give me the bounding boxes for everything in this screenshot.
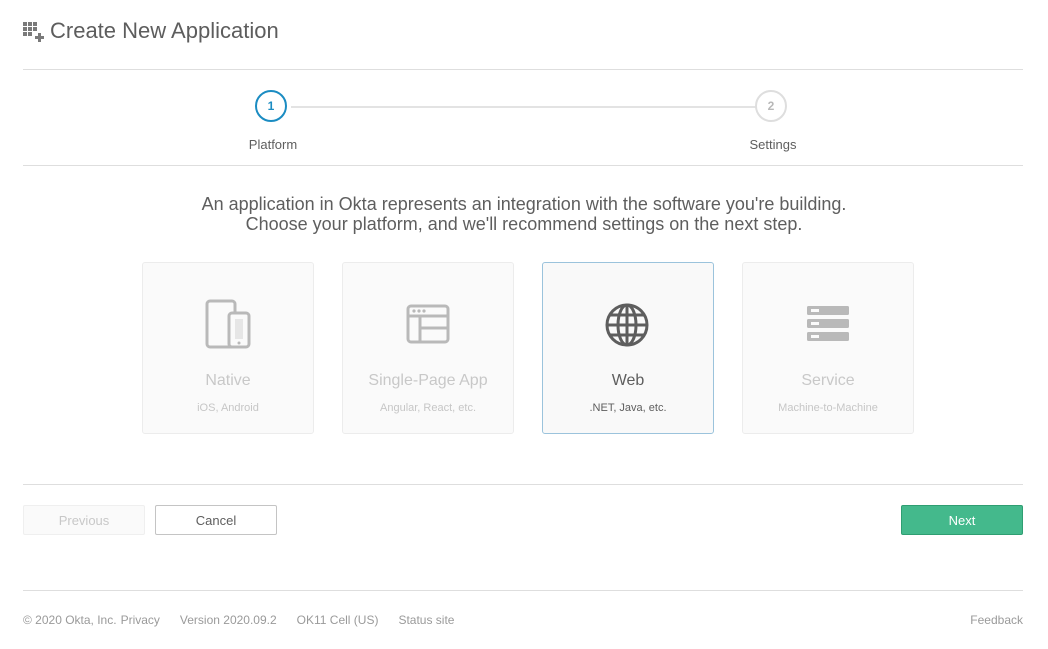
page-footer: © 2020 Okta, Inc. Privacy Version 2020.09.… (23, 613, 1023, 629)
platform-card-native[interactable]: Native iOS, Android (142, 262, 314, 434)
step-2-label: Settings (749, 137, 797, 152)
step-1-label: Platform (248, 137, 298, 152)
privacy-link[interactable]: Privacy (121, 613, 160, 627)
stepper-connector (291, 106, 773, 108)
stepper-divider (23, 165, 1023, 166)
platform-title: Web (611, 372, 645, 389)
platform-title: Native (205, 372, 251, 389)
status-site-link[interactable]: Status site (398, 613, 454, 627)
platform-card-spa[interactable]: Single-Page App Angular, React, etc. (342, 262, 514, 434)
platform-subtitle: iOS, Android (197, 402, 259, 414)
next-button[interactable]: Next (901, 505, 1023, 535)
copyright-text: © 2020 Okta, Inc. (23, 613, 117, 627)
page-header: Create New Application (23, 14, 279, 48)
cancel-button[interactable]: Cancel (155, 505, 277, 535)
globe-icon (605, 299, 653, 349)
devices-icon (205, 299, 253, 349)
page-title: Create New Application (50, 18, 279, 43)
server-stack-icon (805, 299, 853, 349)
actions-divider (23, 484, 1023, 485)
platform-subtitle: Machine-to-Machine (778, 402, 878, 414)
intro-line-2: Choose your platform, and we'll recommen… (245, 214, 803, 234)
platform-title: Service (801, 372, 855, 389)
intro-line-1: An application in Okta represents an int… (201, 194, 847, 214)
step-1-indicator: 1 (255, 90, 287, 122)
platform-card-service[interactable]: Service Machine-to-Machine (742, 262, 914, 434)
previous-button[interactable]: Previous (23, 505, 145, 535)
wizard-stepper: 1 Platform 2 Settings (23, 70, 1023, 165)
platform-title: Single-Page App (368, 372, 488, 389)
footer-divider (23, 590, 1023, 591)
version-text: Version 2020.09.2 (179, 613, 277, 627)
platform-subtitle: .NET, Java, etc. (589, 402, 667, 414)
step-2-indicator: 2 (755, 90, 787, 122)
feedback-link[interactable]: Feedback (970, 613, 1023, 627)
intro-text: An application in Okta represents an int… (0, 194, 1048, 234)
platform-card-web[interactable]: Web .NET, Java, etc. (542, 262, 714, 434)
add-app-grid-icon (23, 20, 45, 42)
platform-subtitle: Angular, React, etc. (380, 402, 476, 414)
cell-text: OK11 Cell (US) (296, 613, 379, 627)
browser-window-icon (405, 299, 453, 349)
